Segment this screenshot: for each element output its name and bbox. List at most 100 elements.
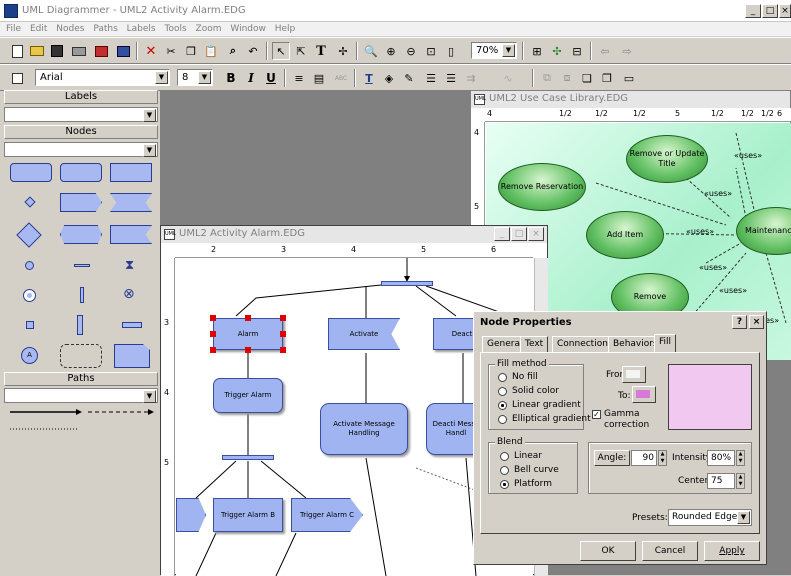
receive-signal-shape[interactable]: [110, 193, 152, 212]
close-button[interactable]: ×: [528, 227, 544, 241]
abc-icon[interactable]: ABC: [332, 69, 350, 87]
path-style-icon[interactable]: ∿: [488, 69, 528, 87]
send-back-icon[interactable]: ❐: [598, 69, 616, 87]
italic-button[interactable]: I: [242, 69, 260, 87]
maximize-button[interactable]: □: [511, 227, 527, 241]
labels-select[interactable]: ▼: [4, 107, 158, 122]
zoom-icon[interactable]: 🔍: [362, 42, 380, 60]
chevron-down-icon[interactable]: ▼: [198, 71, 211, 84]
menu-window[interactable]: Window: [230, 22, 266, 36]
note-shape[interactable]: [114, 344, 150, 368]
undo-icon[interactable]: ↶: [244, 42, 262, 60]
hexagon-shape[interactable]: [60, 225, 102, 244]
group-icon[interactable]: ⧉: [538, 69, 556, 87]
rounded-rect-shape[interactable]: [10, 163, 52, 182]
ungroup-icon[interactable]: ⧈: [558, 69, 576, 87]
text-color-icon[interactable]: T: [360, 69, 378, 87]
angle-button[interactable]: Angle:: [594, 450, 630, 466]
node-activate-message-handling[interactable]: Activate Message Handling: [320, 403, 408, 455]
paths-select[interactable]: ▼: [4, 388, 158, 403]
ok-button[interactable]: OK: [580, 541, 636, 561]
layout-icon[interactable]: ✣: [548, 42, 566, 60]
menu-file[interactable]: File: [6, 22, 21, 36]
close-button[interactable]: ×: [749, 315, 764, 329]
chevron-down-icon[interactable]: ▼: [143, 144, 156, 157]
minimize-button[interactable]: _: [494, 227, 510, 241]
menu-paths[interactable]: Paths: [93, 22, 117, 36]
elliptical-gradient-radio[interactable]: [498, 415, 507, 424]
pin-stack-shape[interactable]: [77, 315, 83, 335]
save-icon[interactable]: [48, 42, 66, 60]
zoom-page-icon[interactable]: ▯: [442, 42, 460, 60]
activity-shape[interactable]: [60, 163, 102, 182]
center-spinner[interactable]: ▲ ▼: [736, 473, 745, 489]
node-alarm[interactable]: Alarm: [213, 318, 283, 350]
flag-shape[interactable]: [110, 225, 152, 244]
fork-bar-shape[interactable]: [74, 264, 90, 267]
text-tool-icon[interactable]: T: [312, 42, 330, 60]
line-color-icon[interactable]: ✎: [400, 69, 418, 87]
blend-linear-radio[interactable]: [500, 452, 509, 461]
initial-node-shape[interactable]: [25, 261, 34, 270]
node-activate[interactable]: Activate: [328, 318, 400, 350]
select-pointer-icon[interactable]: ↖: [272, 42, 290, 60]
selection-handle[interactable]: [210, 315, 216, 321]
connector-shape[interactable]: A: [21, 347, 38, 364]
line-width-icon[interactable]: ☰: [442, 69, 460, 87]
path-styles-palette[interactable]: [8, 406, 156, 436]
selection-handle[interactable]: [245, 347, 251, 353]
line-pattern-icon[interactable]: ☰: [422, 69, 440, 87]
chevron-down-icon[interactable]: ▼: [155, 71, 168, 84]
final-node-shape[interactable]: [23, 289, 36, 302]
gamma-checkbox[interactable]: ✓: [592, 410, 601, 419]
fork-bar[interactable]: [222, 455, 274, 460]
rect-shape[interactable]: [110, 163, 152, 182]
selection-handle[interactable]: [245, 315, 251, 321]
node-trigger-alarm[interactable]: Trigger Alarm: [213, 378, 283, 413]
linear-gradient-radio[interactable]: [498, 401, 507, 410]
find-icon[interactable]: ⌕: [224, 42, 242, 60]
connect-tool-icon[interactable]: ✢: [334, 42, 352, 60]
align-justify-icon[interactable]: ▤: [310, 69, 328, 87]
delete-icon[interactable]: ✕: [142, 42, 160, 60]
pin-row-shape[interactable]: [122, 322, 142, 328]
blend-platform-radio[interactable]: [500, 480, 509, 489]
snap-icon[interactable]: ⊟: [568, 42, 586, 60]
book-icon[interactable]: [114, 42, 132, 60]
chevron-down-icon[interactable]: ▼: [143, 109, 156, 122]
zoom-out-icon[interactable]: ⊖: [402, 42, 420, 60]
maximize-button[interactable]: □: [762, 4, 778, 18]
align-center-icon[interactable]: ≡: [290, 69, 308, 87]
vertical-bar-shape[interactable]: [80, 287, 84, 303]
minimize-button[interactable]: _: [745, 4, 761, 18]
to-color-button[interactable]: [632, 386, 656, 403]
node-trigger-alarm-b[interactable]: Trigger Alarm B: [213, 498, 283, 532]
cut-icon[interactable]: ✂: [162, 42, 180, 60]
new-file-icon[interactable]: [8, 42, 26, 60]
bring-front-icon[interactable]: ❏: [578, 69, 596, 87]
grid-icon[interactable]: ⊞: [528, 42, 546, 60]
angle-input[interactable]: 90: [631, 450, 657, 466]
send-signal-shape[interactable]: [60, 193, 102, 212]
print-icon[interactable]: [70, 42, 88, 60]
tab-fill[interactable]: Fill: [654, 334, 677, 353]
angle-spinner[interactable]: ▲ ▼: [658, 450, 667, 466]
intensity-spinner[interactable]: ▲ ▼: [736, 450, 745, 466]
menu-zoom[interactable]: Zoom: [196, 22, 222, 36]
node-tool-icon[interactable]: ⇱: [292, 42, 310, 60]
cancel-button[interactable]: Cancel: [642, 541, 698, 561]
usecase-add-item[interactable]: Add Item: [586, 211, 664, 259]
labels-panel-header[interactable]: Labels: [4, 90, 158, 104]
shadow-icon[interactable]: ▭: [620, 69, 638, 87]
from-color-button[interactable]: [622, 366, 646, 383]
fill-color-icon[interactable]: ◈: [380, 69, 398, 87]
open-folder-icon[interactable]: [28, 42, 46, 60]
no-fill-radio[interactable]: [498, 373, 507, 382]
presets-select[interactable]: Rounded Edges ▼: [668, 509, 752, 526]
zoom-select[interactable]: 70% ▼: [471, 42, 517, 59]
intensity-input[interactable]: 80%: [707, 450, 735, 466]
copy-icon[interactable]: ❐: [182, 42, 200, 60]
arrow-style-icon[interactable]: ⇉: [462, 69, 480, 87]
bold-button[interactable]: B: [222, 69, 240, 87]
forward-icon[interactable]: ⇨: [618, 42, 636, 60]
